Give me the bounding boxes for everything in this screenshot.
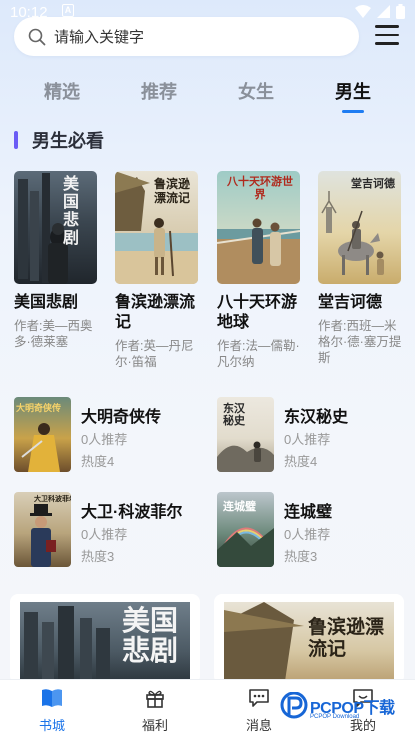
book-cover: 堂吉诃德 [318,171,401,284]
book-title: 八十天环游地球 [217,294,298,331]
list-item[interactable]: 大明奇侠传 大明奇侠传 0人推荐 热度4 [14,397,204,472]
featured-book[interactable]: 鲁滨逊漂流记 鲁滨逊漂流记 作者:英—丹尼尔·笛福 [115,171,199,370]
book-author: 作者:西班—米格尔·德·塞万提斯 [318,319,402,365]
banner-title: 鲁滨逊漂流记 [308,616,385,660]
book-author: 作者:法—儒勒·凡尔纳 [217,339,300,369]
section-title: 男生必看 [32,131,104,151]
section-header: 男生必看 [14,127,104,153]
banner-card[interactable]: 美国悲剧 [10,594,200,684]
status-indicator-icon: A [62,4,74,17]
recommend-count: 0人推荐 [284,432,331,447]
book-title: 大卫·科波菲尔 [81,504,183,521]
cover-title: 八十天环游世界 [227,175,293,201]
nav-bookstore[interactable]: 书城 [22,686,82,734]
search-icon [28,28,46,45]
book-cover: 美国悲剧 [14,171,97,284]
book-cover: 连城璧 [217,492,274,567]
book-cover: 八十天环游世界 [217,171,300,284]
category-tabs: 精选 推荐 女生 男生 [0,78,415,118]
tab-recommend[interactable]: 推荐 [129,78,189,104]
book-cover: 东汉秘史 [217,397,274,472]
book-author: 作者:美—西奥多·德莱塞 [14,319,93,349]
book-cover: 大卫科波菲尔 [14,492,71,567]
list-item[interactable]: 东汉秘史 东汉秘史 0人推荐 热度4 [217,397,407,472]
book-title: 美国悲剧 [14,294,79,311]
signal-icon [377,5,390,18]
book-cover: 大明奇侠传 [14,397,71,472]
book-title: 东汉秘史 [284,409,349,426]
cover-title: 大明奇侠传 [16,403,62,413]
featured-book[interactable]: 八十天环游世界 八十天环游地球 作者:法—儒勒·凡尔纳 [217,171,301,370]
tab-female[interactable]: 女生 [226,78,286,104]
cover-title: 鲁滨逊漂流记 [154,177,191,205]
book-title: 鲁滨逊漂流记 [115,294,196,331]
tab-male[interactable]: 男生 [323,78,383,104]
cover-title: 东汉秘史 [223,402,245,427]
watermark: PCPOP下载 PCPOP Download [280,690,415,730]
nav-label: 福利 [141,718,168,733]
message-icon [249,689,269,707]
cover-title: 堂吉诃德 [351,177,395,190]
cover-title: 连城璧 [223,500,256,513]
featured-book[interactable]: 美国悲剧 美国悲剧 作者:美—西奥多·德莱塞 [14,171,98,350]
watermark-sub: PCPOP Download [310,714,360,720]
cover-title: 美国悲剧 [63,174,80,247]
heat-value: 热度3 [81,549,115,564]
tab-featured[interactable]: 精选 [32,78,92,104]
recommend-count: 0人推荐 [81,432,128,447]
list-item[interactable]: 连城璧 连城璧 0人推荐 热度3 [217,492,407,567]
book-title: 堂吉诃德 [318,294,383,311]
search-placeholder: 请输入关键字 [54,29,145,46]
banner-image: 鲁滨逊漂流记 [224,602,394,684]
book-title: 大明奇侠传 [81,409,162,426]
watermark-logo-icon [280,692,308,719]
recommend-count: 0人推荐 [81,527,128,542]
list-item[interactable]: 大卫科波菲尔 大卫·科波菲尔 0人推荐 热度3 [14,492,204,567]
section-accent-bar [14,131,18,149]
menu-icon[interactable] [375,25,399,47]
heat-value: 热度4 [81,454,115,469]
banner-image: 美国悲剧 [20,602,190,684]
book-author: 作者:英—丹尼尔·笛福 [115,339,194,369]
heat-value: 热度3 [284,549,318,564]
recommend-count: 0人推荐 [284,527,331,542]
banner-title: 美国悲剧 [122,604,179,667]
book-title: 连城璧 [284,504,333,521]
active-tab-indicator [342,110,364,113]
banner-card[interactable]: 鲁滨逊漂流记 [214,594,404,684]
heat-value: 热度4 [284,454,318,469]
wifi-icon [355,5,371,18]
book-cover: 鲁滨逊漂流记 [115,171,198,284]
nav-welfare[interactable]: 福利 [125,686,185,734]
featured-book[interactable]: 堂吉诃德 堂吉诃德 作者:西班—米格尔·德·塞万提斯 [318,171,402,366]
status-icons [355,4,405,19]
gift-icon [146,690,164,708]
cover-title: 大卫科波菲尔 [34,496,71,503]
nav-label: 书城 [38,718,65,733]
battery-icon [396,4,405,19]
book-icon [42,689,62,707]
search-bar[interactable]: 请输入关键字 [14,17,359,56]
